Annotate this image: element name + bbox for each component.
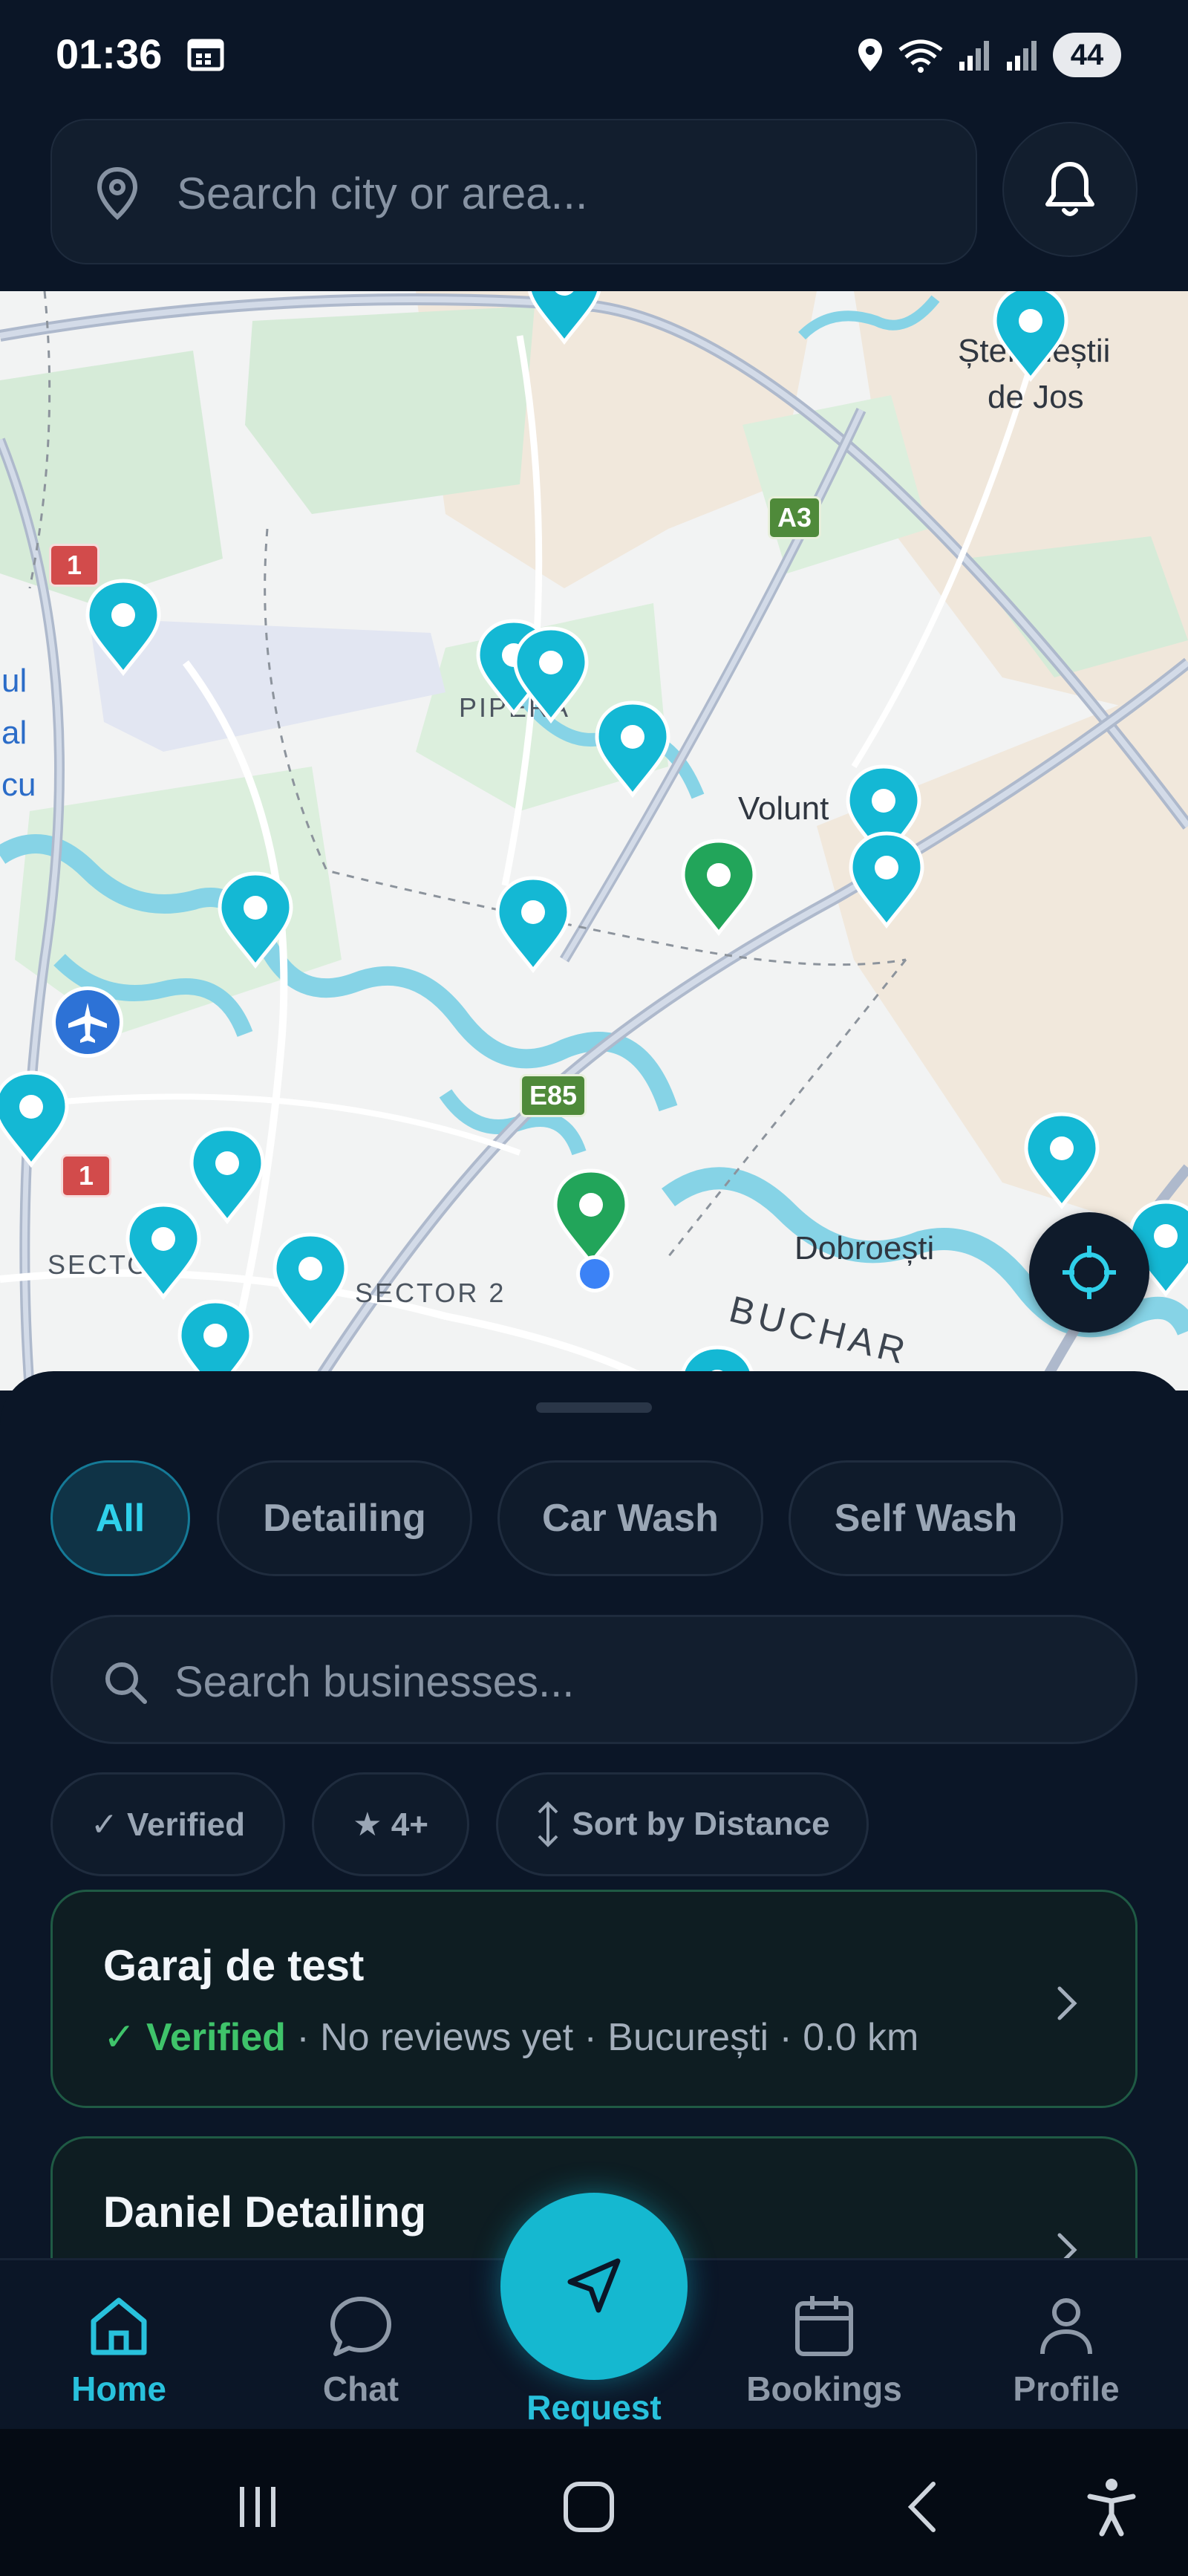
user-icon <box>1040 2298 1092 2355</box>
search-icon <box>105 1662 147 1704</box>
signal-status-icon-2 <box>1007 41 1037 71</box>
back-chevron-icon <box>907 2482 936 2532</box>
map-label-airport-ul: ul <box>1 663 27 699</box>
status-time: 01:36 <box>56 30 163 77</box>
chat-bubble-icon <box>330 2297 391 2356</box>
signal-status-icon <box>959 41 989 71</box>
nav-profile-label: Profile <box>1013 2370 1120 2408</box>
home-icon <box>91 2297 147 2355</box>
nav-home-label: Home <box>71 2370 166 2408</box>
category-chip-self-wash[interactable]: Self Wash <box>789 1460 1063 1576</box>
chevron-right-icon <box>1057 1986 1077 2020</box>
business-meta: ✓ Verified · No reviews yet · București … <box>103 2015 918 2060</box>
airport-icon <box>52 986 123 1058</box>
business-marker[interactable] <box>512 625 590 723</box>
business-marker[interactable] <box>526 291 603 345</box>
chevron-right-icon <box>1057 2233 1077 2258</box>
nav-home[interactable]: Home <box>37 2290 200 2424</box>
business-marker[interactable] <box>594 700 671 798</box>
map-label-dobroesti: Dobroești <box>794 1230 935 1266</box>
sort-icon <box>538 1801 558 1847</box>
verified-business-marker[interactable] <box>680 838 757 936</box>
sort-by-distance-button[interactable]: Sort by Distance <box>496 1772 869 1876</box>
map-label-airport-cu: cu <box>1 767 36 803</box>
home-square-icon <box>564 2482 614 2532</box>
battery-indicator: 44 <box>1053 33 1121 77</box>
business-name: Garaj de test <box>103 1942 365 1990</box>
map-label-voluntari: Volunt <box>738 790 829 827</box>
business-search-bar[interactable] <box>50 1615 1138 1744</box>
filter-verified[interactable]: ✓ Verified <box>50 1772 285 1876</box>
nav-bookings-label: Bookings <box>746 2370 902 2408</box>
business-marker[interactable] <box>495 875 572 973</box>
business-search-input[interactable] <box>174 1639 1095 1724</box>
crosshair-icon <box>1063 1246 1116 1299</box>
verified-business-marker[interactable] <box>552 1168 630 1266</box>
nav-bookings[interactable]: Bookings <box>742 2290 906 2424</box>
accessibility-icon <box>1087 2479 1136 2537</box>
business-card[interactable]: Garaj de test ✓ Verified · No reviews ye… <box>50 1890 1138 2108</box>
wifi-status-icon <box>898 39 943 73</box>
map-label-sector-2: SECTOR 2 <box>355 1278 506 1308</box>
nav-chat-label: Chat <box>322 2370 399 2408</box>
sheet-drag-handle[interactable] <box>536 1402 652 1413</box>
recent-apps-button[interactable] <box>224 2473 291 2540</box>
status-bar: 01:36 44 <box>0 0 1188 111</box>
locate-me-button[interactable] <box>1029 1212 1149 1333</box>
category-chip-car-wash[interactable]: Car Wash <box>497 1460 763 1576</box>
filter-rating[interactable]: ★ 4+ <box>312 1772 469 1876</box>
map-label-airport-al: al <box>1 715 27 751</box>
nav-chat[interactable]: Chat <box>279 2290 443 2424</box>
calendar-notification-icon <box>187 39 224 71</box>
business-name: Daniel Detailing <box>103 2188 427 2237</box>
navigation-arrow-icon <box>567 2258 621 2313</box>
nav-profile[interactable]: Profile <box>985 2290 1148 2424</box>
status-icons: 44 <box>857 31 1121 79</box>
business-marker[interactable] <box>1023 1111 1100 1209</box>
business-list-sheet: All Detailing Car Wash Self Wash ✓ Verif… <box>0 1371 1188 2258</box>
map-view[interactable]: Ștefăneștii de Jos PIPERA Volunt Dobroeș… <box>0 291 1188 1391</box>
bell-icon <box>1045 162 1094 216</box>
business-marker[interactable] <box>85 578 162 676</box>
home-system-button[interactable] <box>555 2473 622 2540</box>
business-marker[interactable] <box>0 1070 70 1168</box>
location-status-icon <box>858 39 882 71</box>
map-pin-icon <box>97 166 138 221</box>
business-details: · No reviews yet · București · 0.0 km <box>285 2016 919 2059</box>
sort-label: Sort by Distance <box>572 1806 830 1842</box>
recent-apps-icon <box>240 2487 275 2527</box>
road-shield-a3: A3 <box>768 496 822 539</box>
business-marker[interactable] <box>992 291 1069 382</box>
business-marker[interactable] <box>125 1202 202 1300</box>
request-button[interactable] <box>500 2193 688 2380</box>
system-navigation-bar <box>0 2429 1188 2576</box>
business-marker[interactable] <box>272 1232 349 1330</box>
request-label: Request <box>526 2388 662 2427</box>
calendar-icon <box>795 2296 853 2356</box>
city-search-bar[interactable] <box>50 119 977 264</box>
business-marker[interactable] <box>217 871 294 969</box>
map-label-de-jos: de Jos <box>988 379 1084 415</box>
category-chip-detailing[interactable]: Detailing <box>217 1460 472 1576</box>
back-button[interactable] <box>890 2473 956 2540</box>
current-location-dot <box>576 1255 613 1292</box>
verified-badge: ✓ Verified <box>103 2016 286 2059</box>
accessibility-button[interactable] <box>1078 2473 1145 2540</box>
category-chip-all[interactable]: All <box>50 1460 190 1576</box>
business-marker[interactable] <box>848 830 925 928</box>
road-shield-e85: E85 <box>520 1074 587 1117</box>
city-search-input[interactable] <box>177 150 949 236</box>
notifications-button[interactable] <box>1002 122 1138 257</box>
